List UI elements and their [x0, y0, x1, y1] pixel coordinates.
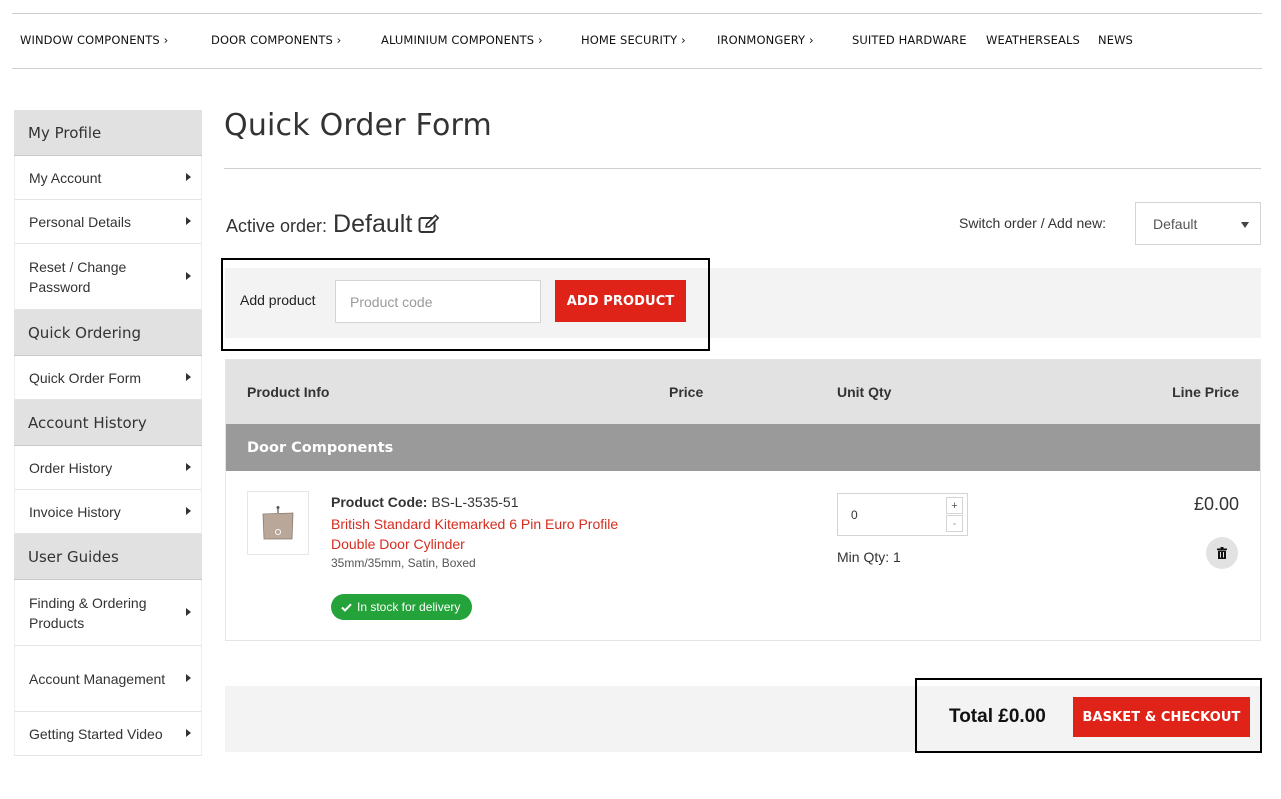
nav-suited-hardware[interactable]: SUITED HARDWARE [852, 33, 967, 47]
caret-right-icon [186, 172, 191, 181]
active-order: Active order: Default [226, 210, 440, 239]
min-qty-note: Min Qty: 1 [837, 549, 901, 565]
top-navigation: WINDOW COMPONENTS › DOOR COMPONENTS › AL… [12, 13, 1262, 69]
caret-right-icon [186, 607, 191, 616]
nav-home-security[interactable]: HOME SECURITY › [581, 33, 686, 47]
image-placeholder-icon [262, 506, 294, 540]
chevron-right-icon: › [336, 33, 342, 47]
page-title: Quick Order Form [224, 108, 492, 143]
sidebar-heading-account-history: Account History [14, 400, 202, 446]
remove-item-button[interactable] [1206, 537, 1238, 569]
sidebar-item-order-history[interactable]: Order History [14, 446, 202, 490]
sidebar-item-personal-details[interactable]: Personal Details [14, 200, 202, 244]
sidebar-heading-my-profile: My Profile [14, 110, 202, 156]
switch-order-value: Default [1153, 215, 1198, 232]
chevron-right-icon: › [681, 33, 686, 47]
caret-right-icon [186, 673, 191, 682]
header-product-info: Product Info [247, 384, 330, 400]
header-line-price: Line Price [1172, 384, 1239, 400]
chevron-right-icon: › [537, 33, 543, 47]
switch-order-select[interactable]: Default [1135, 202, 1261, 245]
nav-ironmongery[interactable]: IRONMONGERY › [717, 33, 814, 47]
nav-weatherseals[interactable]: WEATHERSEALS [986, 33, 1080, 47]
caret-right-icon [186, 271, 191, 280]
quantity-stepper[interactable]: 0 + - [837, 493, 968, 536]
header-unit-qty: Unit Qty [837, 384, 892, 400]
active-order-label: Active order: [226, 216, 328, 236]
account-sidebar: My Profile My Account Personal Details R… [14, 110, 202, 756]
highlight-box-total [915, 678, 1262, 753]
trash-icon [1217, 547, 1227, 559]
line-price-value: £0.00 [1193, 494, 1239, 514]
sidebar-item-getting-started-video[interactable]: Getting Started Video [14, 712, 202, 756]
caret-right-icon [186, 216, 191, 225]
caret-right-icon [186, 506, 191, 515]
sidebar-item-account-management[interactable]: Account Management [14, 646, 202, 712]
category-group-row: Door Components [226, 424, 1260, 471]
sidebar-item-finding-ordering[interactable]: Finding & Ordering Products [14, 580, 202, 646]
dropdown-arrow-icon [1241, 222, 1249, 228]
nav-aluminium-components[interactable]: ALUMINIUM COMPONENTS › [381, 33, 543, 47]
chevron-right-icon: › [163, 33, 169, 47]
qty-decrease-button[interactable]: - [946, 515, 963, 532]
product-name-link[interactable]: British Standard Kitemarked 6 Pin Euro P… [331, 514, 641, 554]
order-table: Product Info Price Unit Qty Line Price D… [225, 359, 1261, 641]
active-order-name: Default [333, 210, 413, 238]
nav-news[interactable]: NEWS [1098, 33, 1133, 47]
sidebar-item-my-account[interactable]: My Account [14, 156, 202, 200]
quantity-value[interactable]: 0 [851, 508, 858, 522]
sidebar-item-invoice-history[interactable]: Invoice History [14, 490, 202, 534]
title-divider [224, 168, 1261, 169]
switch-order-label: Switch order / Add new: [959, 215, 1107, 231]
chevron-right-icon: › [808, 33, 814, 47]
product-thumbnail[interactable] [247, 491, 309, 555]
product-code: Product Code: BS-L-3535-51 [331, 494, 519, 510]
stock-status-badge: In stock for delivery [331, 594, 473, 620]
header-price: Price [669, 384, 704, 400]
product-description: 35mm/35mm, Satin, Boxed [331, 556, 476, 570]
edit-icon[interactable] [418, 214, 440, 239]
sidebar-item-quick-order-form[interactable]: Quick Order Form [14, 356, 202, 400]
nav-door-components[interactable]: DOOR COMPONENTS › [211, 33, 341, 47]
caret-right-icon [186, 728, 191, 737]
nav-window-components[interactable]: WINDOW COMPONENTS › [20, 33, 168, 47]
caret-right-icon [186, 372, 191, 381]
qty-increase-button[interactable]: + [946, 497, 963, 514]
caret-right-icon [186, 462, 191, 471]
table-header: Product Info Price Unit Qty Line Price [226, 360, 1260, 424]
sidebar-item-reset-password[interactable]: Reset / Change Password [14, 244, 202, 310]
sidebar-heading-quick-ordering: Quick Ordering [14, 310, 202, 356]
highlight-box-add-product [221, 258, 710, 351]
sidebar-heading-user-guides: User Guides [14, 534, 202, 580]
check-icon [341, 603, 352, 612]
